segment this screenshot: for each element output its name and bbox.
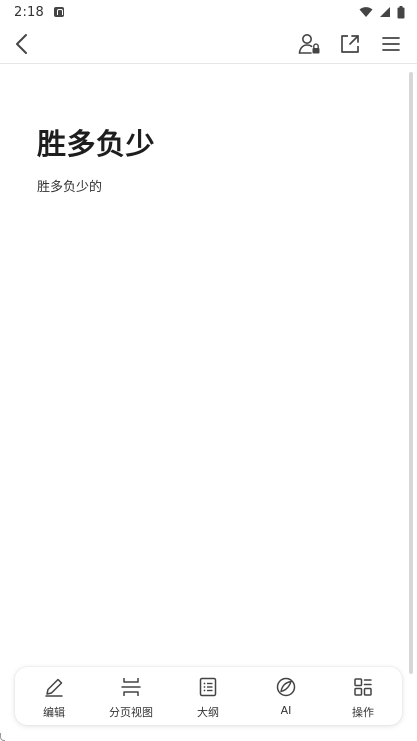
page-view-icon: [120, 676, 142, 698]
share-permission-icon: [298, 34, 320, 54]
edit-button[interactable]: 编辑: [24, 667, 84, 725]
screen-corner: [0, 733, 5, 741]
status-bar: 2:18: [0, 0, 417, 24]
menu-icon: [382, 37, 400, 51]
back-icon: [16, 34, 27, 54]
ai-button[interactable]: AI: [256, 667, 316, 725]
edit-label: 编辑: [43, 706, 65, 719]
document-canvas[interactable]: 胜多负少 胜多负少的: [0, 65, 410, 665]
document-body-text[interactable]: 胜多负少的: [37, 176, 102, 195]
wifi-icon: [359, 7, 373, 17]
edit-icon: [43, 676, 65, 698]
outline-label: 大纲: [197, 706, 219, 719]
bottom-action-bar: 编辑 分页视图 大纲 AI 操作: [15, 667, 402, 725]
export-button[interactable]: [336, 30, 364, 58]
battery-icon: [397, 5, 405, 18]
share-permission-button[interactable]: [295, 30, 323, 58]
vertical-scrollbar[interactable]: [409, 72, 413, 674]
menu-button[interactable]: [377, 30, 405, 58]
top-toolbar: [0, 24, 417, 64]
operations-label: 操作: [352, 706, 374, 719]
page-view-button[interactable]: 分页视图: [101, 667, 161, 725]
ai-icon: [275, 676, 297, 698]
notification-icon: [54, 7, 64, 17]
operations-icon: [352, 676, 374, 698]
export-icon: [341, 35, 359, 53]
outline-icon: [197, 676, 219, 698]
back-button[interactable]: [8, 30, 36, 58]
outline-button[interactable]: 大纲: [178, 667, 238, 725]
operations-button[interactable]: 操作: [333, 667, 393, 725]
page-view-label: 分页视图: [109, 706, 153, 719]
status-time: 2:18: [14, 4, 44, 20]
status-icons: [359, 5, 405, 19]
document-title[interactable]: 胜多负少: [37, 121, 155, 163]
signal-icon: [380, 7, 390, 17]
ai-label: AI: [280, 704, 292, 717]
app-screen: 2:18 胜多负少 胜多负少的 编辑 分页视图 大纲 AI 操作: [0, 0, 417, 741]
